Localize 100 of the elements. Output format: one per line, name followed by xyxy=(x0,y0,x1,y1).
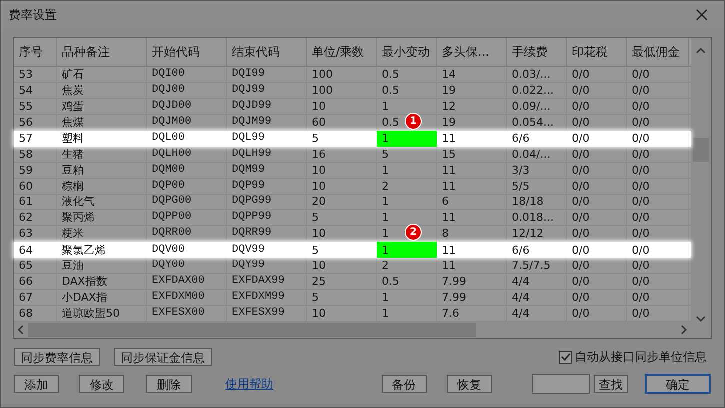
table-cell: 生猪 xyxy=(57,146,147,162)
table-row[interactable]: 58 生猪 DQLH00 DQLH99 16 5 15 0.04/... 0/0 0/0 xyxy=(14,146,692,163)
table-cell: DQLH00 xyxy=(147,146,227,162)
table-cell: 10 xyxy=(307,306,377,322)
table-cell: 0.04/... xyxy=(507,146,567,162)
table-cell: DQRR00 xyxy=(147,226,227,242)
table-cell: 6 xyxy=(437,194,507,210)
scrollbar-thumb[interactable] xyxy=(693,138,710,162)
action-button[interactable]: 删除 xyxy=(146,375,192,393)
table-cell: 0/0 xyxy=(627,178,689,194)
table-cell: 焦炭 xyxy=(57,82,147,98)
table-cell: 0/0 xyxy=(567,258,627,274)
column-header[interactable]: 单位/乘数 xyxy=(307,38,377,66)
table-cell-text: 0/0 xyxy=(571,242,591,258)
table-cell: 11 xyxy=(437,258,507,274)
table-row[interactable]: 67 小DAX指 EXFDXM00 EXFDXM99 5 1 7.99 4/4 0/0 0/0 xyxy=(14,290,692,306)
sync-button[interactable]: 同步保证金信息 xyxy=(114,348,212,366)
column-header[interactable]: 最小变动 xyxy=(377,38,437,66)
table-cell: 液化气 xyxy=(57,194,147,210)
search-field[interactable] xyxy=(532,374,590,394)
table-cell: 0.5 xyxy=(377,66,437,82)
table-row[interactable]: 59 豆粕 DQM00 DQM99 10 1 11 3/3 0/0 0/0 xyxy=(14,162,692,179)
table-cell: 19 xyxy=(437,82,507,98)
table-cell: 0.09/... xyxy=(507,98,567,114)
table-cell: EXFDAX00 xyxy=(147,274,227,290)
table-cell: 65 xyxy=(14,258,57,274)
table-cell: 18/18 xyxy=(507,194,567,210)
action-button[interactable]: 添加 xyxy=(14,375,60,393)
table-cell: 58 xyxy=(14,146,57,162)
table-cell: EXFDAX99 xyxy=(227,274,307,290)
table-cell: 0.5 xyxy=(377,82,437,98)
table-cell: 68 xyxy=(14,306,57,322)
table-cell: 10 xyxy=(307,178,377,194)
table-cell: 1 xyxy=(377,242,437,258)
table-row[interactable]: 54 焦炭 DQJ00 DQJ99 100 0.5 19 0.022... 0/0 0/0 xyxy=(14,82,692,99)
column-header[interactable]: 手续费 xyxy=(507,38,567,66)
table-cell: 0/0 xyxy=(567,290,627,306)
column-header[interactable]: 开始代码 xyxy=(147,38,227,66)
action-button[interactable]: 修改 xyxy=(79,375,124,393)
table-cell: 0/0 xyxy=(567,162,627,178)
table-cell: 4/4 xyxy=(507,306,567,322)
table-cell: 63 xyxy=(14,226,57,242)
table-cell: 0/0 xyxy=(627,194,689,210)
column-header[interactable]: 多头保... xyxy=(437,38,507,66)
table-cell: 8 xyxy=(437,226,507,242)
table-cell: 粳米 xyxy=(57,226,147,242)
scrollbar-thumb[interactable] xyxy=(28,323,476,338)
table-cell: 67 xyxy=(14,290,57,306)
table-cell: 0/0 xyxy=(567,98,627,114)
table-cell: DQM99 xyxy=(227,162,307,178)
column-header[interactable]: 印花税 xyxy=(567,38,627,66)
table-cell: 豆粕 xyxy=(57,162,147,178)
table-cell: 11 xyxy=(437,162,507,178)
ok-button[interactable]: 确定 xyxy=(645,374,711,394)
table-cell: 0/0 xyxy=(567,306,627,322)
table-row[interactable]: 55 鸡蛋 DQJD00 DQJD99 10 1 12 0.09/... 0/0 0/0 xyxy=(14,98,692,115)
table-cell: 0/0 xyxy=(627,114,689,130)
window-title: 费率设置 xyxy=(9,7,57,24)
table-row[interactable]: 62 聚丙烯 DQPP00 DQPP99 5 1 11 0.018... 0/0 0/0 xyxy=(14,210,692,226)
table-cell: 12/12 xyxy=(507,226,567,242)
table-cell: DQI00 xyxy=(147,66,227,82)
table-cell: 3/3 xyxy=(507,162,567,178)
table-cell: 12 xyxy=(437,98,507,114)
table-row[interactable]: 65 豆油 DQY00 DQY99 10 2 11 7.5/7.5 0/0 0/0 xyxy=(14,258,692,274)
check-icon xyxy=(560,352,570,362)
checkbox[interactable] xyxy=(559,350,572,364)
table-row[interactable]: 61 液化气 DQPG00 DQPG99 20 1 6 18/18 0/0 0/0 xyxy=(14,194,692,210)
table-cell-text: 聚氯乙烯 xyxy=(61,242,107,258)
table-cell: 0/0 xyxy=(567,226,627,242)
table-cell: 0/0 xyxy=(567,274,627,290)
table-cell-text: 6/6 xyxy=(511,131,531,147)
column-header[interactable]: 序号 xyxy=(14,38,57,66)
table-row[interactable]: 60 棕榈 DQP00 DQP99 10 2 11 5/5 0/0 0/0 xyxy=(14,178,692,195)
table-row[interactable]: 66 DAX指数 EXFDAX00 EXFDAX99 25 0.5 7.99 4/4 0/0 0/0 xyxy=(14,274,692,290)
table-cell: 0/0 xyxy=(567,210,627,226)
table-cell: 10 xyxy=(307,258,377,274)
table-row[interactable]: 57 塑料 DQL00 DQL99 5 1 11 6/6 0/0 0/0 xyxy=(14,130,692,147)
table-row[interactable]: 64 聚氯乙烯 DQV00 DQV99 5 1 11 6/6 0/0 0/0 xyxy=(14,242,692,258)
table-cell-text: 0/0 xyxy=(631,131,651,147)
table-cell: 55 xyxy=(14,98,57,114)
table-cell: 19 xyxy=(437,114,507,130)
sync-button[interactable]: 同步费率信息 xyxy=(14,348,100,366)
table-cell: DQY00 xyxy=(147,258,227,274)
column-header[interactable]: 品种备注 xyxy=(57,38,147,66)
table-cell: DQPP99 xyxy=(227,210,307,226)
search-button[interactable]: 查找 xyxy=(594,375,628,393)
table-cell: DQJ99 xyxy=(227,82,307,98)
table-cell-text: 0/0 xyxy=(631,242,651,258)
close-icon[interactable] xyxy=(696,9,708,21)
table-cell-text: 64 xyxy=(18,242,34,258)
number-badge: 2 xyxy=(405,224,422,242)
column-header[interactable]: 最低佣金 xyxy=(627,38,689,66)
table-cell: 11 xyxy=(437,178,507,194)
action-button[interactable]: 备份 xyxy=(382,375,427,393)
table-row[interactable]: 53 矿石 DQI00 DQI99 100 0.5 14 0.03/... 0/0 0/0 xyxy=(14,66,692,83)
table-cell-text: 11 xyxy=(441,131,457,147)
checkbox-label[interactable]: 自动从接口同步单位信息 xyxy=(575,348,707,366)
table-cell: 7.99 xyxy=(437,290,507,306)
action-button[interactable]: 恢复 xyxy=(446,375,492,393)
column-header[interactable]: 结束代码 xyxy=(227,38,307,66)
